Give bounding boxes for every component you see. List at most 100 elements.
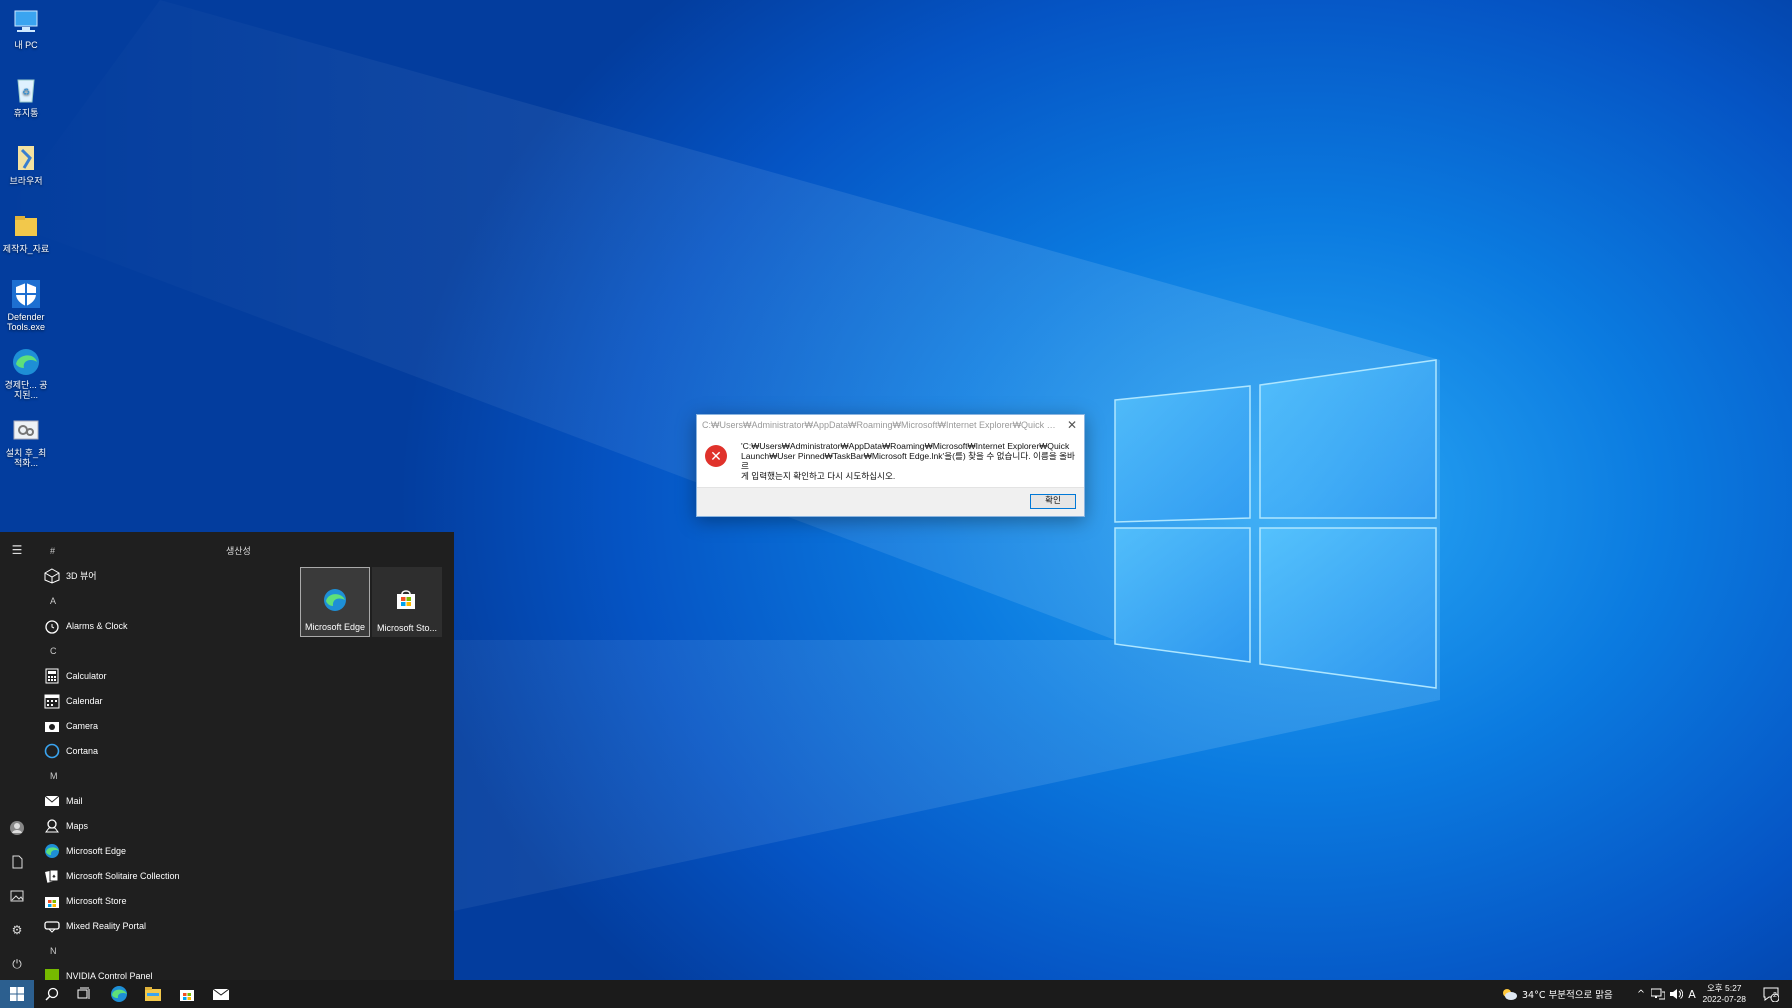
app-item-calculator[interactable]: Calculator [40,663,270,688]
tile-microsoft-edge[interactable]: Microsoft Edge [300,567,370,637]
app-item-microsoft-edge[interactable]: Microsoft Edge [40,838,270,863]
dialog-message-line: 'C:₩Users₩Administrator₩AppData₩Roaming₩… [741,441,1070,451]
folder-icon [10,210,42,242]
app-item-camera[interactable]: Camera [40,713,270,738]
ime-indicator: A [1688,987,1696,1001]
partly-sunny-icon [1503,989,1517,1000]
error-dialog: C:₩Users₩Administrator₩AppData₩Roaming₩M… [696,414,1085,517]
chevron-up-icon: ^ [1637,988,1645,1000]
app-item-label: Calendar [66,695,103,706]
app-item-nvidia[interactable]: NVIDIA Control Panel [40,963,270,980]
app-item-label: Microsoft Solitaire Collection [66,870,180,881]
cortana-icon [44,743,60,759]
taskbar-store[interactable] [170,980,204,1008]
volume-control[interactable] [1668,980,1684,1008]
tile-microsoft-store[interactable]: Microsoft Sto... [372,567,442,637]
task-view-button[interactable] [68,980,100,1008]
file-explorer-icon [145,987,161,1001]
app-item-label: Microsoft Store [66,895,127,906]
app-item-label: Camera [66,720,99,731]
desktop-icon-label: Defender Tools.exe [6,312,46,332]
app-item-label: 3D 뷰어 [66,571,97,581]
search-button[interactable] [36,980,68,1008]
taskbar-edge[interactable] [102,980,136,1008]
app-item-cortana[interactable]: Cortana [40,738,270,763]
app-list-letter-header[interactable]: A [40,588,270,613]
app-item-label: NVIDIA Control Panel [66,970,153,981]
calendar-icon [44,693,60,709]
taskbar: 34°C 부분적으로 맑음 ^ A 오후 5:27 2022-07-28 2 [0,980,1792,1008]
task-view-icon [77,987,90,999]
network-status[interactable] [1650,980,1666,1008]
dialog-message-line: 게 입력했는지 확인하고 다시 시도하십시오. [741,471,896,481]
svg-text:♻: ♻ [22,87,30,97]
start-button[interactable] [0,980,34,1008]
camera-icon [44,718,60,734]
settings-gear-icon[interactable]: ⚙ [9,922,25,938]
edge-icon [323,588,347,612]
hamburger-menu-icon[interactable]: ☰ [9,542,25,558]
app-item-label: Alarms & Clock [66,620,128,631]
desktop-icon-folder[interactable]: 제작자_자료 [2,210,50,254]
dialog-message: 'C:₩Users₩Administrator₩AppData₩Roaming₩… [741,441,1076,488]
computer-icon [10,6,42,38]
app-item-solitaire[interactable]: ♠ Microsoft Solitaire Collection [40,863,270,888]
settings-shortcut-icon [10,414,42,446]
desktop-icon-browser[interactable]: 브라우저 [2,142,50,186]
pictures-icon[interactable] [9,888,25,904]
desktop-icon-label: 내 PC [14,40,38,50]
clock-date: 2022-07-28 [1702,994,1746,1004]
nvidia-icon [44,968,60,980]
app-item-label: Mixed Reality Portal [66,920,147,931]
store-icon [394,587,418,611]
dialog-title: C:₩Users₩Administrator₩AppData₩Roaming₩M… [702,420,1060,430]
recycle-bin-icon: ♻ [10,74,42,106]
action-center-button[interactable]: 2 [1756,980,1786,1008]
app-list-letter-header[interactable]: N [40,938,270,963]
app-list-letter-header[interactable]: M [40,763,270,788]
dialog-footer: 확인 [697,487,1084,516]
app-list-letter-header[interactable]: C [40,638,270,663]
clock-time: 오후 5:27 [1706,983,1742,993]
desktop-icon-optimize[interactable]: 설치 후_최적화... [2,414,50,468]
dialog-titlebar[interactable]: C:₩Users₩Administrator₩AppData₩Roaming₩M… [697,415,1084,435]
taskbar-clock[interactable]: 오후 5:27 2022-07-28 [1703,983,1746,1005]
app-item-maps[interactable]: Maps [40,813,270,838]
network-icon [1651,988,1665,1000]
desktop-icon-defender[interactable]: Defender Tools.exe [2,278,50,332]
search-icon [45,987,59,1001]
tile-label: Microsoft Sto... [376,623,438,633]
volume-icon [1670,989,1683,999]
weather-text: 34°C 부분적으로 맑음 [1522,990,1613,1001]
edge-icon [44,843,60,859]
desktop-icon-this-pc[interactable]: 내 PC [2,6,50,50]
error-icon: ✕ [705,445,727,467]
show-hidden-icons-button[interactable]: ^ [1634,980,1648,1008]
app-item-mail[interactable]: Mail [40,788,270,813]
close-icon[interactable]: ✕ [1060,418,1084,432]
taskbar-file-explorer[interactable] [136,980,170,1008]
app-item-microsoft-store[interactable]: Microsoft Store [40,888,270,913]
input-method-indicator[interactable]: A [1684,980,1700,1008]
cards-icon: ♠ [44,868,60,884]
weather-widget[interactable]: 34°C 부분적으로 맑음 [1500,980,1630,1008]
desktop-icon-label: 설치 후_최적화... [5,448,47,468]
desktop-icon-edge-shortcut[interactable]: 경제단... 공지된... [2,346,50,400]
app-item-alarms-clock[interactable]: Alarms & Clock [40,613,270,638]
taskbar-mail[interactable] [204,980,238,1008]
app-list: # 3D 뷰어 A Alarms & Clock C Calculator Ca… [40,538,270,980]
power-icon[interactable]: ⏻ [9,956,25,972]
user-account-icon[interactable] [9,820,25,836]
documents-icon[interactable] [9,854,25,870]
dialog-body: ✕ 'C:₩Users₩Administrator₩AppData₩Roamin… [697,435,1084,488]
app-item-3d-viewer[interactable]: 3D 뷰어 [40,563,270,588]
edge-icon [10,346,42,378]
desktop-icon-recycle-bin[interactable]: ♻ 휴지통 [2,74,50,118]
mail-icon [44,793,60,809]
ok-button[interactable]: 확인 [1030,494,1076,509]
app-item-label: Maps [66,820,89,831]
app-item-label: Cortana [66,745,99,756]
app-item-calendar[interactable]: Calendar [40,688,270,713]
app-item-mixed-reality[interactable]: Mixed Reality Portal [40,913,270,938]
tiles-group-header[interactable]: 생산성 [226,544,251,557]
